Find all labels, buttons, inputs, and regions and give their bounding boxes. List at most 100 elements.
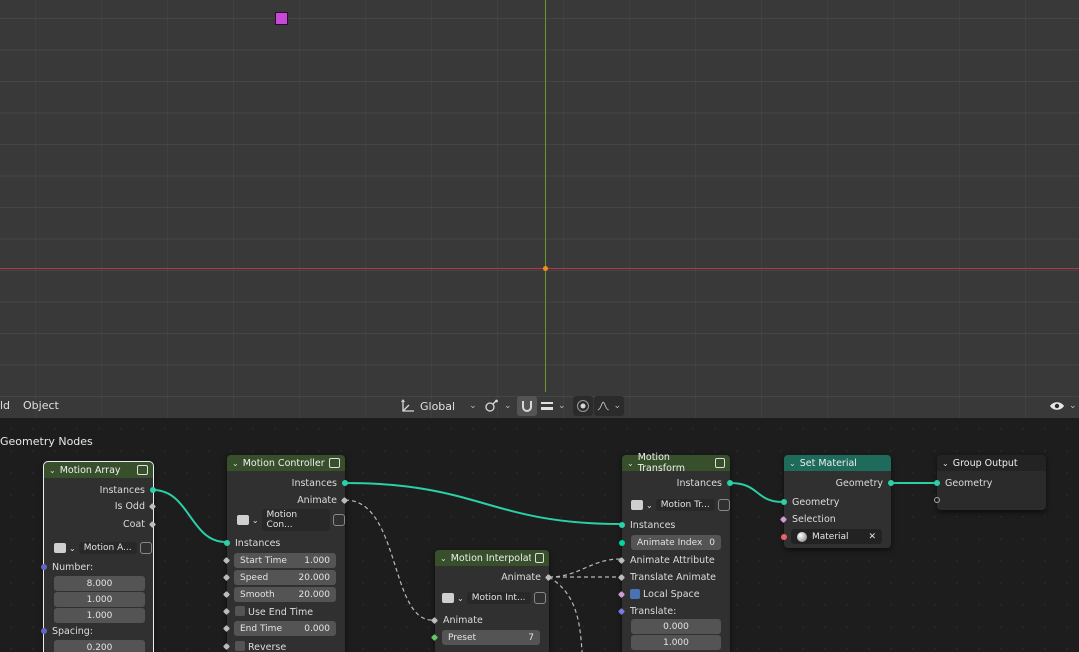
node-motion-interpolation[interactable]: ⌄ Motion Interpolation Animate ⌄ Motion …	[430, 550, 553, 652]
collapse-arrow-icon[interactable]: ⌄	[942, 459, 949, 468]
number-x-field[interactable]: 8.000	[54, 576, 145, 591]
smooth-field[interactable]: Smooth 20.000	[234, 587, 336, 602]
node-motion-array[interactable]: ⌄ Motion Array Instances Is Odd Coat ⌄ M…	[41, 461, 157, 652]
collapse-arrow-icon[interactable]: ⌄	[440, 554, 447, 563]
socket-number[interactable]	[41, 564, 47, 570]
node-header[interactable]: ⌄ Group Output	[937, 455, 1046, 471]
output-animate: Animate	[501, 571, 541, 583]
node-header[interactable]: ⌄ Motion Transform	[622, 452, 730, 474]
start-time-field[interactable]: Start Time 1.000	[234, 553, 336, 568]
node-group-selector[interactable]: ⌄ Motion A...	[54, 540, 152, 556]
snap-toggle[interactable]	[517, 396, 537, 416]
socket-instances-in[interactable]	[619, 522, 625, 528]
falloff-curve-icon	[597, 401, 609, 411]
menu-object[interactable]: Object	[23, 399, 59, 412]
node-motion-transform[interactable]: ⌄ Motion Transform Instances ⌄ Motion Tr…	[617, 452, 733, 652]
reverse-label: Reverse	[248, 641, 287, 652]
output-instances: Instances	[676, 477, 722, 489]
socket-animate-index[interactable]	[619, 540, 625, 546]
socket-spacing[interactable]	[41, 628, 47, 634]
node-title: Motion Interpolation	[450, 552, 531, 564]
proportional-editing-toggle[interactable]	[573, 396, 593, 416]
number-y-field[interactable]: 1.000	[54, 592, 145, 607]
socket-geometry-in[interactable]	[934, 480, 940, 486]
viewport-grid	[0, 0, 1079, 418]
node-group-selector[interactable]: ⌄ Motion Tr...	[631, 497, 730, 513]
node-title: Group Output	[952, 457, 1018, 469]
chevron-down-icon: ⌄	[613, 401, 621, 411]
collapse-arrow-icon[interactable]: ⌄	[232, 459, 239, 468]
node-group-selector[interactable]: ⌄ Motion Int...	[442, 590, 546, 606]
chevron-down-icon: ⌄	[1069, 401, 1077, 411]
node-title: Motion Transform	[637, 452, 685, 474]
node-motion-controller[interactable]: ⌄ Motion Controller Instances Animate ⌄ …	[222, 455, 349, 652]
output-coat: Coat	[123, 518, 145, 530]
pivot-point-dropdown[interactable]: ⌄	[484, 396, 512, 416]
socket-instances-out[interactable]	[727, 480, 733, 486]
collapse-arrow-icon[interactable]: ⌄	[49, 466, 56, 475]
geometry-node-editor[interactable]: Geometry Nodes ⌄ Motion Array Instances …	[0, 418, 1079, 652]
node-tree-icon	[54, 543, 66, 553]
clear-material-icon[interactable]: ✕	[868, 532, 876, 542]
node-group-selector[interactable]: ⌄ Motion Con...	[237, 509, 345, 531]
node-group-output[interactable]: ⌄ Group Output Geometry	[934, 455, 1046, 510]
node-set-material[interactable]: ⌄ Set Material Geometry Geometry Selecti…	[779, 455, 894, 548]
speed-field[interactable]: Speed 20.000	[234, 570, 336, 585]
snap-target-dropdown[interactable]: ⌄	[540, 396, 566, 416]
3d-viewport[interactable]: ld Object Global ⌄ ⌄ ⌄ ⌄ ⌄	[0, 0, 1079, 418]
socket-speed[interactable]	[222, 573, 231, 582]
socket-geometry-in[interactable]	[781, 499, 787, 505]
visibility-dropdown[interactable]: ⌄	[1049, 396, 1077, 416]
node-header[interactable]: ⌄ Motion Interpolation	[435, 550, 549, 566]
input-geometry: Geometry	[945, 477, 993, 489]
socket-preset[interactable]	[430, 633, 439, 642]
fake-user-shield-icon[interactable]	[333, 514, 345, 526]
socket-geometry-out[interactable]	[888, 480, 894, 486]
input-instances: Instances	[235, 537, 281, 549]
selected-object-square[interactable]	[275, 12, 288, 25]
socket-empty[interactable]	[934, 497, 940, 503]
input-instances: Instances	[630, 519, 676, 531]
socket-start-time[interactable]	[222, 556, 231, 565]
socket-material[interactable]	[781, 534, 787, 540]
translate-x-field[interactable]: 0.000	[631, 619, 721, 634]
node-group-icon	[715, 458, 725, 468]
end-time-field[interactable]: End Time 0.000	[234, 621, 336, 636]
eye-icon	[1050, 402, 1064, 410]
socket-instances-in[interactable]	[224, 540, 230, 546]
falloff-dropdown[interactable]: ⌄	[594, 396, 624, 416]
socket-instances[interactable]	[150, 487, 156, 493]
chevron-down-icon: ⌄	[558, 401, 566, 411]
input-selection: Selection	[792, 513, 836, 525]
fake-user-shield-icon[interactable]	[139, 542, 152, 554]
collapse-arrow-icon[interactable]: ⌄	[627, 459, 634, 468]
menu-add-partial[interactable]: ld	[0, 399, 10, 412]
animate-index-field[interactable]: Animate Index 0	[631, 535, 721, 550]
input-animate: Animate	[443, 614, 483, 626]
link-instances-1	[152, 489, 227, 543]
socket-instances[interactable]	[342, 480, 348, 486]
socket-smooth[interactable]	[222, 590, 231, 599]
socket-end-time[interactable]	[222, 624, 231, 633]
proportional-editing-icon	[577, 400, 589, 412]
input-spacing-label: Spacing:	[52, 625, 93, 637]
collapse-arrow-icon[interactable]: ⌄	[789, 459, 796, 468]
number-z-field[interactable]: 1.000	[54, 608, 145, 623]
group-name: Motion Con...	[261, 509, 331, 531]
link-animate-4	[548, 576, 583, 652]
output-geometry: Geometry	[835, 477, 883, 489]
node-header[interactable]: ⌄ Motion Controller	[227, 455, 345, 471]
node-header[interactable]: ⌄ Set Material	[784, 455, 891, 471]
node-tree-icon	[442, 593, 454, 603]
input-translate-animate: Translate Animate	[630, 571, 716, 583]
spacing-x-field[interactable]: 0.200	[54, 640, 145, 652]
transform-orientation-dropdown[interactable]: Global ⌄	[400, 396, 477, 416]
translate-y-field[interactable]: 1.000	[631, 635, 721, 650]
fake-user-shield-icon[interactable]	[533, 592, 546, 604]
preset-field[interactable]: Preset 7	[442, 630, 540, 645]
fake-user-shield-icon[interactable]	[717, 499, 730, 511]
node-header[interactable]: ⌄ Motion Array	[44, 462, 153, 478]
use-end-time-label: Use End Time	[248, 606, 314, 618]
material-selector[interactable]: Material ✕	[791, 529, 882, 544]
node-title: Motion Array	[59, 464, 121, 476]
